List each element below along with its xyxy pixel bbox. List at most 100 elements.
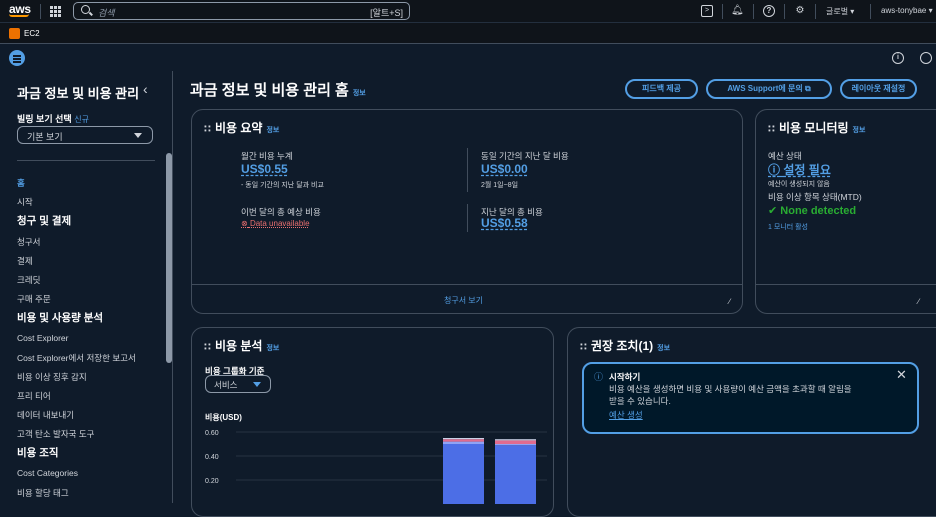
search-shortcut: [알트+S] (370, 8, 403, 18)
divider (722, 4, 723, 19)
main-content: 과금 정보 및 비용 관리 홈 정보 피드백 제공 AWS Support에 문의… (173, 71, 936, 517)
prev-sub: 2월 1일~8일 (481, 182, 519, 189)
sidebar-item[interactable]: 고객 탄소 발자국 도구 (17, 428, 94, 440)
last-month-value[interactable]: US$0.58 (481, 216, 528, 230)
search-input[interactable]: 검색 [알트+S] (73, 2, 410, 20)
alert-body: 비용 예산을 생성하면 비용 및 사용량이 예산 금액을 초과할 때 알림을 (609, 384, 852, 394)
external-link-icon: ⧉ (804, 84, 811, 93)
bar-segment[interactable] (495, 439, 536, 441)
resize-handle-icon[interactable]: ∕ (918, 297, 924, 306)
divider (815, 4, 816, 19)
monitor-count-link[interactable]: 1 모니터 활성 (768, 222, 808, 232)
sidebar-item[interactable]: 청구서 (17, 236, 40, 248)
prev-label: 동일 기간의 지난 달 비용 (481, 151, 569, 161)
divider (870, 4, 871, 19)
gear-icon[interactable]: ⚙ (794, 5, 806, 17)
sidebar-item[interactable]: Cost Explorer (17, 333, 69, 343)
sidebar-section-heading: 비용 조직 (17, 447, 59, 459)
chart-title: 비용(USD) (205, 413, 242, 422)
services-menu-icon[interactable] (50, 6, 61, 17)
search-placeholder: 검색 (98, 8, 115, 18)
drag-handle-icon[interactable]: ∷ (204, 124, 211, 135)
feedback-button[interactable]: 피드백 제공 (625, 79, 698, 99)
bar-segment[interactable] (495, 440, 536, 444)
sidebar-scrollbar[interactable] (166, 153, 172, 363)
bar-segment[interactable] (495, 444, 536, 446)
caret-down-icon (253, 382, 261, 387)
bar-segment[interactable] (495, 445, 536, 504)
billing-view-label: 빌링 보기 선택 신규 (17, 114, 89, 124)
info-link[interactable]: 정보 (657, 345, 670, 352)
region-selector[interactable]: 글로벌 ▾ (826, 6, 854, 17)
budget-status-value[interactable]: ⓘ 설정 필요 (768, 161, 831, 178)
sidebar: 과금 정보 및 비용 관리 ‹ 빌링 보기 선택 신규 기본 보기 홈 시작 청구 … (0, 71, 173, 503)
mtd-sub: - 동일 기간의 지난 달과 비교 (241, 182, 324, 189)
support-button[interactable]: AWS Support에 문의 ⧉ (706, 79, 832, 99)
budget-sub: 예산이 생성되지 않음 (768, 181, 830, 188)
sidebar-item[interactable]: 프리 티어 (17, 390, 51, 402)
view-bills-link[interactable]: 청구서 보기 (444, 295, 483, 306)
divider (192, 284, 742, 285)
sidebar-item[interactable]: 데이터 내보내기 (17, 409, 74, 421)
group-by-select[interactable]: 서비스 (205, 375, 271, 393)
sidebar-item[interactable]: 크레딧 (17, 274, 40, 286)
drag-handle-icon[interactable]: ∷ (768, 124, 775, 135)
y-tick-label: 0.40 (205, 454, 219, 461)
info-link[interactable]: 정보 (266, 127, 279, 134)
collapse-sidebar-icon[interactable]: ‹ (143, 81, 148, 97)
divider (17, 160, 155, 161)
sidebar-section-heading: 비용 및 사용량 분석 (17, 312, 104, 324)
alert-body: 받을 수 있습니다. (609, 396, 671, 406)
mtd-value[interactable]: US$0.55 (241, 162, 288, 176)
prev-value[interactable]: US$0.00 (481, 162, 528, 176)
sidebar-item[interactable]: 결제 (17, 255, 33, 267)
top-navigation: aws 검색 [알트+S] > 🔔︎ ? ⚙ 글로벌 ▾ aws-tonybae… (0, 0, 936, 23)
info-link[interactable]: 정보 (353, 90, 366, 97)
resize-handle-icon[interactable]: ∕ (729, 297, 735, 306)
sidebar-title: 과금 정보 및 비용 관리 (17, 86, 140, 101)
favorites-bar: EC2 (0, 23, 936, 44)
cost-analysis-card: ∷ 비용 분석 정보 비용 그룹화 기준 서비스 비용(USD) 0.60 0.40 0… (191, 327, 554, 517)
app-layout-toolbar: i (0, 44, 936, 71)
create-budget-link[interactable]: 예산 생성 (609, 409, 643, 421)
info-link[interactable]: 정보 (266, 345, 279, 352)
card-title: ∷ 권장 조치(1) 정보 (580, 339, 671, 353)
check-circle-icon: ✔︎ (768, 205, 778, 217)
y-tick-label: 0.60 (205, 430, 219, 437)
sidebar-item[interactable]: Cost Categories (17, 468, 78, 478)
sidebar-item[interactable]: 시작 (17, 196, 33, 208)
bar-segment[interactable] (443, 438, 484, 440)
drag-handle-icon[interactable]: ∷ (204, 342, 211, 353)
info-link[interactable]: 정보 (853, 127, 866, 134)
recommended-actions-card: ∷ 권장 조치(1) 정보 ⓘ 시작하기 비용 예산을 생성하면 비용 및 사용량이… (567, 327, 936, 517)
info-alert: ⓘ 시작하기 비용 예산을 생성하면 비용 및 사용량이 예산 금액을 초과할 … (582, 362, 919, 434)
sidebar-item[interactable]: 구매 주문 (17, 293, 51, 305)
sidebar-item[interactable]: 비용 할당 태그 (17, 487, 69, 499)
account-menu[interactable]: aws-tonybae ▾ (881, 6, 933, 15)
divider (784, 4, 785, 19)
divider (756, 284, 936, 285)
sidebar-item[interactable]: Cost Explorer에서 저장한 보고서 (17, 352, 136, 364)
bar-segment[interactable] (443, 441, 484, 444)
info-panel-icon[interactable]: i (892, 52, 904, 64)
bell-icon[interactable]: 🔔︎ (731, 5, 744, 17)
ec2-icon[interactable] (9, 28, 20, 39)
bar-segment[interactable] (443, 439, 484, 442)
forecast-value: ⊗ Data unavailable (241, 219, 310, 228)
bar-segment[interactable] (443, 444, 484, 504)
cloudshell-icon[interactable]: > (701, 5, 713, 17)
close-icon[interactable]: ✕ (896, 367, 907, 383)
card-title: ∷ 비용 모니터링 정보 (768, 121, 866, 135)
ec2-shortcut[interactable]: EC2 (24, 29, 40, 38)
drag-handle-icon[interactable]: ∷ (580, 342, 587, 353)
page-title: 과금 정보 및 비용 관리 홈 정보 (190, 82, 366, 99)
reset-layout-button[interactable]: 레이아웃 재설정 (840, 79, 917, 99)
timer-icon[interactable] (920, 52, 932, 64)
info-circle-icon: ⓘ (594, 372, 604, 382)
new-badge: 신규 (74, 115, 89, 124)
billing-view-select[interactable]: 기본 보기 (17, 126, 153, 144)
sidebar-item[interactable]: 비용 이상 징후 감지 (17, 371, 87, 383)
sidebar-item[interactable]: 홈 (17, 177, 25, 189)
menu-toggle-button[interactable] (9, 50, 25, 66)
help-icon[interactable]: ? (763, 5, 775, 17)
